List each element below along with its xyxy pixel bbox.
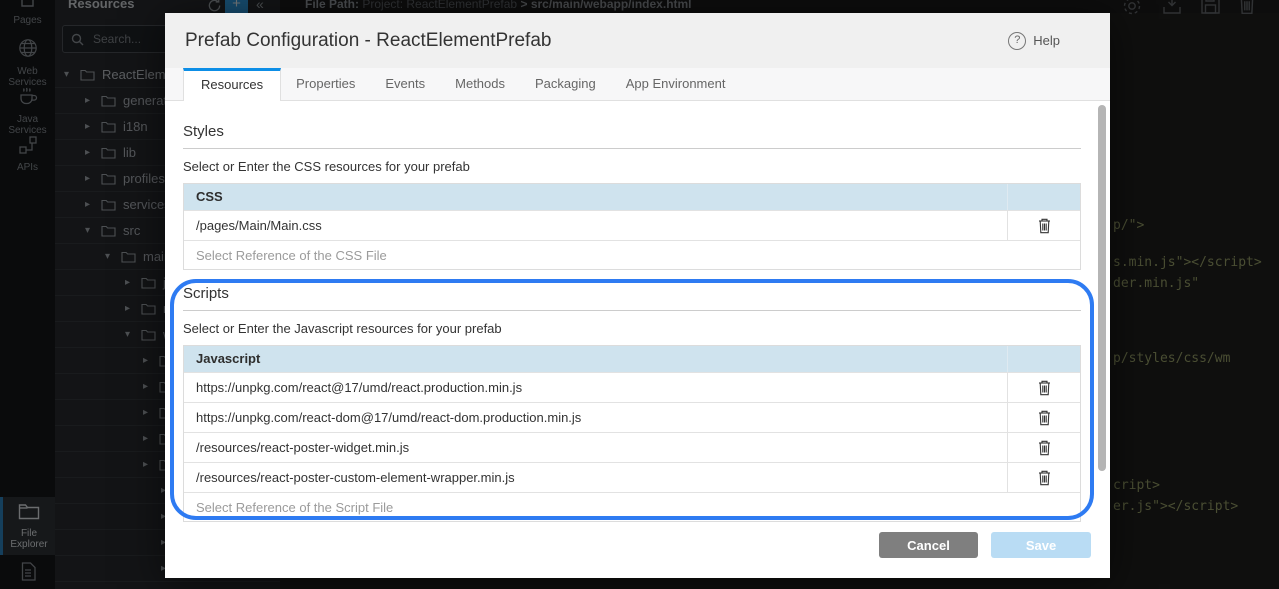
delete-resource-button[interactable] xyxy=(1036,408,1053,428)
resource-row: https://unpkg.com/react-dom@17/umd/react… xyxy=(184,402,1080,432)
delete-resource-button[interactable] xyxy=(1036,438,1053,458)
modal-tab-bar: ResourcesPropertiesEventsMethodsPackagin… xyxy=(165,68,1110,101)
app-root: File Path: Project: ReactElementPrefab >… xyxy=(0,0,1279,589)
css-input-row xyxy=(184,240,1080,269)
modal-header: Prefab Configuration - ReactElementPrefa… xyxy=(165,13,1110,68)
help-icon: ? xyxy=(1008,32,1026,50)
scripts-description: Select or Enter the Javascript resources… xyxy=(183,321,1081,336)
delete-resource-button[interactable] xyxy=(1036,378,1053,398)
tab-packaging[interactable]: Packaging xyxy=(520,68,611,100)
css-column-header: CSS xyxy=(184,184,1007,210)
scripts-heading: Scripts xyxy=(183,285,1081,311)
scripts-section: Scripts Select or Enter the Javascript r… xyxy=(183,285,1081,522)
css-table: CSS /pages/Main/Main.css xyxy=(183,183,1081,270)
resource-actions xyxy=(1007,433,1080,462)
delete-resource-button[interactable] xyxy=(1036,468,1053,488)
javascript-table: Javascript https://unpkg.com/react@17/um… xyxy=(183,345,1081,522)
resource-actions xyxy=(1007,373,1080,402)
resource-path: /pages/Main/Main.css xyxy=(184,211,1007,240)
javascript-table-header: Javascript xyxy=(184,346,1080,372)
prefab-config-modal: Prefab Configuration - ReactElementPrefa… xyxy=(165,13,1110,578)
help-button[interactable]: ? Help xyxy=(1008,32,1060,50)
resource-row: /resources/react-poster-widget.min.js xyxy=(184,432,1080,462)
cancel-button[interactable]: Cancel xyxy=(879,532,978,558)
resource-path: /resources/react-poster-widget.min.js xyxy=(184,433,1007,462)
styles-section: Styles Select or Enter the CSS resources… xyxy=(183,123,1081,270)
resource-actions xyxy=(1007,403,1080,432)
tab-resources[interactable]: Resources xyxy=(183,68,281,101)
tab-events[interactable]: Events xyxy=(370,68,440,100)
resource-path: /resources/react-poster-custom-element-w… xyxy=(184,463,1007,492)
styles-heading: Styles xyxy=(183,123,1081,149)
css-action-column-header xyxy=(1007,184,1080,210)
resource-actions xyxy=(1007,211,1080,240)
delete-resource-button[interactable] xyxy=(1036,216,1053,236)
save-button[interactable]: Save xyxy=(991,532,1091,558)
script-input-row xyxy=(184,492,1080,521)
javascript-column-header: Javascript xyxy=(184,346,1007,372)
tab-methods[interactable]: Methods xyxy=(440,68,520,100)
tab-app-environment[interactable]: App Environment xyxy=(611,68,741,100)
resource-path: https://unpkg.com/react-dom@17/umd/react… xyxy=(184,403,1007,432)
tab-properties[interactable]: Properties xyxy=(281,68,370,100)
help-label: Help xyxy=(1033,33,1060,48)
resource-row: /resources/react-poster-custom-element-w… xyxy=(184,462,1080,492)
resource-path: https://unpkg.com/react@17/umd/react.pro… xyxy=(184,373,1007,402)
resource-actions xyxy=(1007,463,1080,492)
script-reference-input[interactable] xyxy=(184,493,1080,521)
css-reference-input[interactable] xyxy=(184,241,1080,269)
javascript-action-column-header xyxy=(1007,346,1080,372)
modal-scrollbar-thumb[interactable] xyxy=(1098,105,1106,471)
resource-row: https://unpkg.com/react@17/umd/react.pro… xyxy=(184,372,1080,402)
css-table-header: CSS xyxy=(184,184,1080,210)
styles-description: Select or Enter the CSS resources for yo… xyxy=(183,159,1081,174)
modal-title: Prefab Configuration - ReactElementPrefa… xyxy=(185,30,551,52)
resource-row: /pages/Main/Main.css xyxy=(184,210,1080,240)
